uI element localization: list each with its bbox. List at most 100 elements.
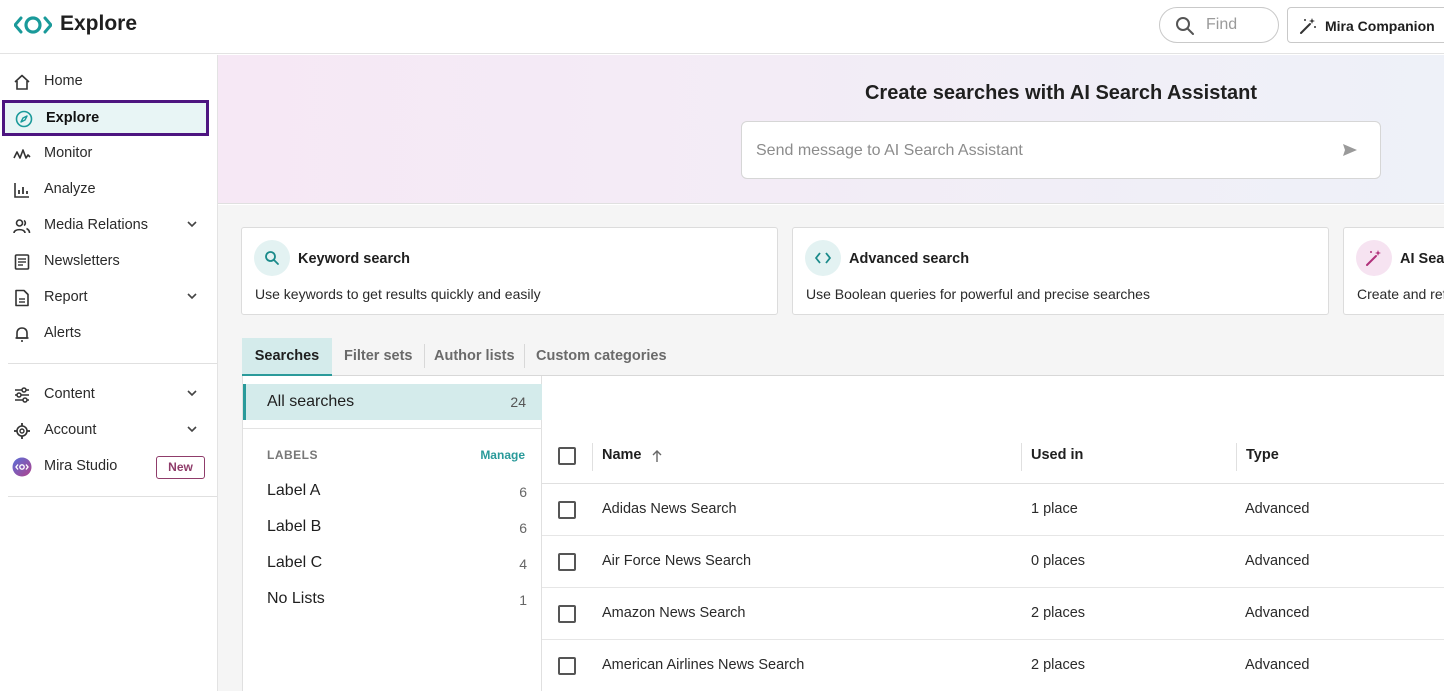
- row-type: Advanced: [1245, 657, 1310, 673]
- row-used-in: 1 place: [1031, 501, 1078, 517]
- label-item[interactable]: Label B 6: [267, 518, 527, 542]
- row-type: Advanced: [1245, 553, 1310, 569]
- tab-filter-sets[interactable]: Filter sets: [344, 338, 413, 376]
- column-header-type[interactable]: Type: [1246, 447, 1279, 463]
- row-used-in: 0 places: [1031, 553, 1086, 569]
- manage-labels-link[interactable]: Manage: [480, 448, 525, 462]
- sidebar-item-label: Home: [44, 73, 83, 89]
- table-row[interactable]: Adidas News Search 1 place Advanced: [542, 484, 1444, 536]
- column-separator: [1021, 443, 1022, 471]
- sidebar-item-monitor[interactable]: Monitor: [0, 135, 217, 171]
- tab-author-lists[interactable]: Author lists: [434, 338, 515, 376]
- sliders-icon: [15, 387, 29, 403]
- sidebar-item-label: Report: [44, 289, 88, 305]
- sidebar-item-analyze[interactable]: Analyze: [0, 171, 217, 207]
- label-item[interactable]: Label A 6: [267, 482, 527, 506]
- sidebar-item-home[interactable]: Home: [0, 63, 217, 99]
- advanced-search-icon-wrap: [805, 240, 841, 276]
- sidebar-item-media-relations[interactable]: Media Relations: [0, 207, 217, 243]
- row-name[interactable]: Air Force News Search: [602, 553, 751, 569]
- row-name[interactable]: Amazon News Search: [602, 605, 745, 621]
- pulse-icon: [13, 149, 31, 159]
- ai-search-hero: Create searches with AI Search Assistant…: [218, 55, 1444, 204]
- sidebar-item-report[interactable]: Report: [0, 279, 217, 315]
- sidebar-item-label: Account: [44, 422, 97, 438]
- sidebar-item-label: Content: [44, 386, 95, 402]
- newsletter-icon: [14, 254, 30, 270]
- sidebar-item-alerts[interactable]: Alerts: [0, 315, 217, 351]
- card-title: Keyword search: [298, 251, 411, 267]
- sidebar-item-mira-studio[interactable]: Mira Studio New: [0, 448, 217, 484]
- sort-ascending-icon[interactable]: [651, 449, 663, 463]
- row-checkbox[interactable]: [558, 553, 576, 571]
- label-count: 1: [519, 592, 527, 608]
- sidebar-item-label: Newsletters: [44, 253, 120, 269]
- table-row[interactable]: Amazon News Search 2 places Advanced: [542, 588, 1444, 640]
- panel-divider: [243, 428, 542, 429]
- column-header-used-in[interactable]: Used in: [1031, 447, 1083, 463]
- column-separator: [592, 443, 593, 471]
- card-description: Use Boolean queries for powerful and pre…: [806, 286, 1150, 302]
- magic-wand-icon: [1366, 250, 1381, 266]
- sidebar-item-label: Alerts: [44, 325, 82, 341]
- ai-assistant-input[interactable]: Send message to AI Search Assistant: [741, 121, 1381, 179]
- select-all-checkbox[interactable]: [558, 447, 576, 465]
- people-icon: [13, 219, 31, 234]
- sidebar-item-explore[interactable]: Explore: [2, 100, 209, 136]
- label-name: Label A: [267, 482, 321, 499]
- app-logo-icon: [14, 16, 52, 34]
- labels-heading: LABELS: [267, 448, 318, 462]
- mira-icon: [12, 457, 32, 477]
- row-checkbox[interactable]: [558, 501, 576, 519]
- row-checkbox[interactable]: [558, 605, 576, 623]
- tab-searches[interactable]: Searches: [242, 338, 332, 376]
- column-separator: [1236, 443, 1237, 471]
- sidebar-item-label: Explore: [46, 110, 100, 126]
- sidebar-item-label: Analyze: [44, 181, 96, 197]
- bar-chart-icon: [14, 183, 29, 198]
- labels-panel: All searches 24 LABELS Manage Label A 6 …: [242, 376, 542, 691]
- send-icon[interactable]: [1342, 143, 1358, 157]
- table-header: Name Used in Type: [542, 429, 1444, 484]
- row-type: Advanced: [1245, 501, 1310, 517]
- row-used-in: 2 places: [1031, 657, 1086, 673]
- all-searches-item[interactable]: All searches 24: [243, 384, 542, 420]
- search-icon: [265, 251, 279, 265]
- searches-table: Name Used in Type Adidas News Search 1 p…: [542, 376, 1444, 691]
- label-item[interactable]: Label C 4: [267, 554, 527, 578]
- ai-search-card[interactable]: AI Sear Create and ref: [1343, 227, 1444, 315]
- compass-icon: [15, 110, 33, 128]
- find-search-input[interactable]: Find: [1159, 7, 1279, 43]
- row-name[interactable]: Adidas News Search: [602, 501, 737, 517]
- bell-icon: [15, 327, 29, 342]
- sidebar-item-account[interactable]: Account: [0, 412, 217, 448]
- searches-tabs: Searches Filter sets Author lists Custom…: [242, 338, 1444, 376]
- advanced-search-card[interactable]: Advanced search Use Boolean queries for …: [792, 227, 1329, 315]
- label-count: 4: [519, 556, 527, 572]
- row-used-in: 2 places: [1031, 605, 1086, 621]
- sidebar-item-label: Monitor: [44, 145, 93, 161]
- sidebar-item-label: Mira Studio: [44, 458, 118, 474]
- tab-custom-categories[interactable]: Custom categories: [536, 338, 667, 376]
- sidebar-nav: Home Explore Monitor Analyze Media Relat…: [0, 55, 218, 691]
- column-header-name[interactable]: Name: [602, 447, 642, 463]
- chevron-down-icon: [187, 221, 197, 228]
- tab-separator: [524, 344, 525, 368]
- table-row[interactable]: American Airlines News Search 2 places A…: [542, 640, 1444, 691]
- row-name[interactable]: American Airlines News Search: [602, 657, 804, 673]
- row-type: Advanced: [1245, 605, 1310, 621]
- keyword-search-card[interactable]: Keyword search Use keywords to get resul…: [241, 227, 778, 315]
- table-row[interactable]: Air Force News Search 0 places Advanced: [542, 536, 1444, 588]
- keyword-search-icon-wrap: [254, 240, 290, 276]
- sidebar-item-content[interactable]: Content: [0, 376, 217, 412]
- chevron-down-icon: [187, 390, 197, 397]
- app-title: Explore: [60, 12, 138, 35]
- sidebar-item-label: Media Relations: [44, 217, 148, 233]
- mira-companion-button[interactable]: Mira Companion: [1287, 7, 1444, 43]
- row-checkbox[interactable]: [558, 657, 576, 675]
- label-item[interactable]: No Lists 1: [267, 590, 527, 614]
- sidebar-item-newsletters[interactable]: Newsletters: [0, 243, 217, 279]
- chevron-down-icon: [187, 426, 197, 433]
- all-searches-label: All searches: [267, 393, 355, 410]
- sidebar-divider: [8, 496, 217, 497]
